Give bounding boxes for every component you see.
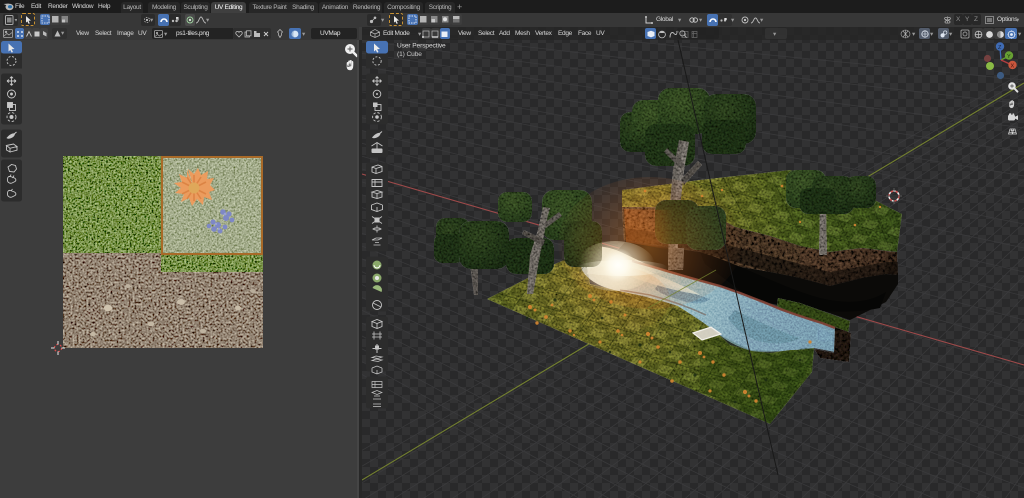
svg-text:X: X <box>1011 64 1015 70</box>
svg-text:User Perspective: User Perspective <box>397 43 446 50</box>
svg-text:Y: Y <box>1007 54 1011 60</box>
svg-text:(1) Cube: (1) Cube <box>397 51 422 58</box>
